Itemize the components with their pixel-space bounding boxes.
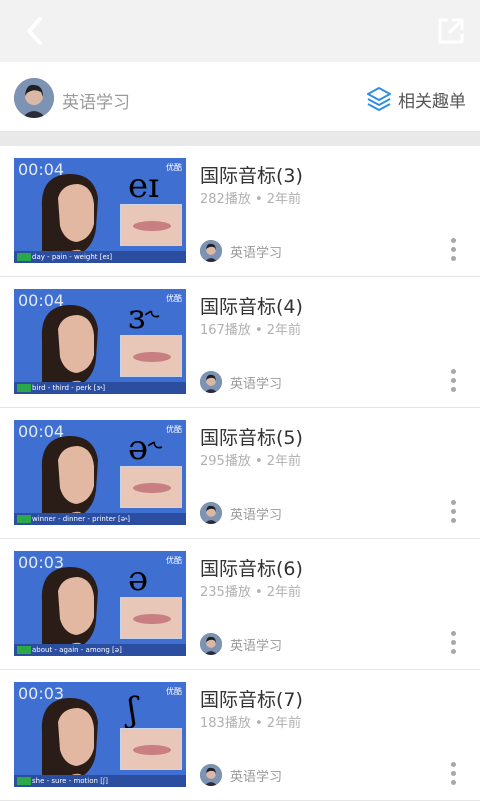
speaker-face-image [41, 435, 98, 525]
watermark-label: 优酷 [166, 294, 182, 303]
speaker-face-image [41, 566, 98, 656]
uploader-name: 英语学习 [230, 376, 283, 392]
video-thumbnail[interactable]: 00:04 优酷 ɜ˞ bird - third - perk [ɜ˞] [14, 289, 186, 394]
uploader-avatar [200, 633, 222, 655]
uploader-avatar [200, 764, 222, 786]
related-lists-label: 相关趣单 [398, 91, 466, 112]
uploader[interactable]: 英语学习 [200, 764, 282, 786]
more-options-icon[interactable] [446, 500, 460, 526]
phonetic-symbol: ə [128, 559, 149, 599]
speaker-face-image [41, 304, 98, 394]
sozo-badge [17, 253, 31, 261]
related-lists-button[interactable]: 相关趣单 [366, 86, 466, 112]
uploader-name: 英语学习 [230, 769, 283, 785]
channel-name[interactable]: 英语学习 [62, 88, 130, 113]
mouth-closeup [120, 204, 182, 246]
video-item[interactable]: 00:04 优酷 ə˞ winner - dinner - printer [ə… [0, 408, 480, 539]
video-meta: 235播放 • 2年前 [200, 585, 302, 600]
channel-header: 英语学习 相关趣单 [0, 62, 480, 132]
video-duration: 00:04 [18, 291, 65, 310]
video-meta: 167播放 • 2年前 [200, 323, 302, 338]
uploader[interactable]: 英语学习 [200, 371, 282, 393]
uploader-name: 英语学习 [230, 638, 283, 654]
video-duration: 00:03 [18, 684, 65, 703]
sozo-badge [17, 646, 31, 654]
more-options-icon[interactable] [446, 631, 460, 657]
video-title[interactable]: 国际音标(5) [200, 423, 303, 450]
uploader[interactable]: 英语学习 [200, 502, 282, 524]
share-external-icon[interactable] [434, 14, 468, 48]
mouth-closeup [120, 335, 182, 377]
video-thumbnail[interactable]: 00:03 优酷 ʃ she - sure - motion [ʃ] [14, 682, 186, 787]
uploader-avatar [200, 371, 222, 393]
watermark-label: 优酷 [166, 556, 182, 565]
video-list: 00:04 优酷 eɪ day - pain - weight [eɪ] 国际音… [0, 146, 480, 801]
sozo-badge [17, 384, 31, 392]
video-title[interactable]: 国际音标(7) [200, 685, 303, 712]
watermark-label: 优酷 [166, 163, 182, 172]
mouth-closeup [120, 728, 182, 770]
video-duration: 00:04 [18, 160, 65, 179]
video-item[interactable]: 00:03 优酷 ʃ she - sure - motion [ʃ] 国际音标(… [0, 670, 480, 801]
video-thumbnail[interactable]: 00:04 优酷 ə˞ winner - dinner - printer [ə… [14, 420, 186, 525]
avatar[interactable] [14, 78, 54, 118]
mouth-closeup [120, 597, 182, 639]
phonetic-symbol: ə˞ [128, 428, 163, 468]
video-caption: bird - third - perk [ɜ˞] [14, 382, 186, 394]
speaker-face-image [41, 173, 98, 263]
video-duration: 00:04 [18, 422, 65, 441]
uploader-name: 英语学习 [230, 507, 283, 523]
video-caption: winner - dinner - printer [ə˞] [14, 513, 186, 525]
video-meta: 183播放 • 2年前 [200, 716, 302, 731]
video-caption: she - sure - motion [ʃ] [14, 775, 186, 787]
sozo-badge [17, 515, 31, 523]
video-caption: about - again - among [ə] [14, 644, 186, 656]
top-bar [0, 0, 480, 62]
video-title[interactable]: 国际音标(3) [200, 161, 303, 188]
video-caption: day - pain - weight [eɪ] [14, 251, 186, 263]
phonetic-symbol: eɪ [128, 166, 159, 206]
uploader-name: 英语学习 [230, 245, 283, 261]
sozo-badge [17, 777, 31, 785]
watermark-label: 优酷 [166, 425, 182, 434]
video-duration: 00:03 [18, 553, 65, 572]
uploader[interactable]: 英语学习 [200, 633, 282, 655]
more-options-icon[interactable] [446, 369, 460, 395]
more-options-icon[interactable] [446, 238, 460, 264]
video-title[interactable]: 国际音标(6) [200, 554, 303, 581]
video-meta: 282播放 • 2年前 [200, 192, 302, 207]
video-meta: 295播放 • 2年前 [200, 454, 302, 469]
layers-icon [367, 87, 391, 111]
phonetic-symbol: ɜ˞ [128, 297, 160, 337]
speaker-face-image [41, 697, 98, 787]
video-title[interactable]: 国际音标(4) [200, 292, 303, 319]
video-item[interactable]: 00:04 优酷 eɪ day - pain - weight [eɪ] 国际音… [0, 146, 480, 277]
watermark-label: 优酷 [166, 687, 182, 696]
more-options-icon[interactable] [446, 762, 460, 788]
section-divider [0, 132, 480, 146]
chevron-left-icon[interactable] [18, 14, 52, 48]
video-item[interactable]: 00:03 优酷 ə about - again - among [ə] 国际音… [0, 539, 480, 670]
video-thumbnail[interactable]: 00:03 优酷 ə about - again - among [ə] [14, 551, 186, 656]
phonetic-symbol: ʃ [128, 690, 138, 730]
uploader[interactable]: 英语学习 [200, 240, 282, 262]
video-thumbnail[interactable]: 00:04 优酷 eɪ day - pain - weight [eɪ] [14, 158, 186, 263]
mouth-closeup [120, 466, 182, 508]
video-item[interactable]: 00:04 优酷 ɜ˞ bird - third - perk [ɜ˞] 国际音… [0, 277, 480, 408]
uploader-avatar [200, 502, 222, 524]
uploader-avatar [200, 240, 222, 262]
